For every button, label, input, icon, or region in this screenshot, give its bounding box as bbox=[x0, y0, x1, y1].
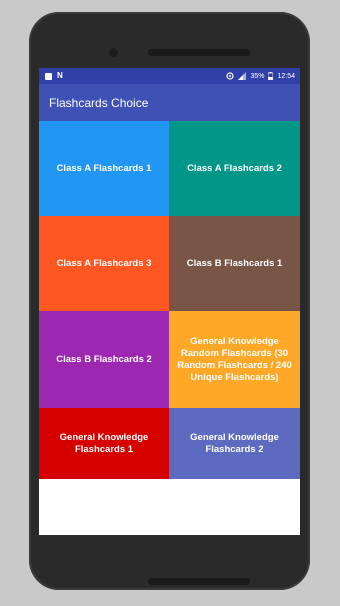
tile-class-a-flashcards-1[interactable]: Class A Flashcards 1 bbox=[39, 121, 169, 216]
status-bar: N 35% 12:54 bbox=[39, 68, 300, 84]
battery-icon bbox=[268, 72, 274, 80]
n-notification-icon: N bbox=[57, 71, 63, 80]
tile-class-a-flashcards-2[interactable]: Class A Flashcards 2 bbox=[169, 121, 300, 216]
tile-class-b-flashcards-2[interactable]: Class B Flashcards 2 bbox=[39, 311, 169, 408]
notification-square-icon bbox=[45, 72, 52, 80]
battery-percent: 35% bbox=[250, 72, 265, 80]
front-camera bbox=[109, 48, 118, 57]
earpiece-speaker bbox=[148, 49, 250, 56]
app-screen: N 35% 12:54 Flashcards Choice Class A Fl… bbox=[39, 68, 300, 535]
tile-general-knowledge-flashcards-1[interactable]: General Knowledge Flashcards 1 bbox=[39, 408, 169, 479]
page-title: Flashcards Choice bbox=[49, 95, 149, 110]
signal-icon bbox=[238, 72, 247, 80]
app-bar: Flashcards Choice bbox=[39, 84, 300, 121]
tile-class-b-flashcards-1[interactable]: Class B Flashcards 1 bbox=[169, 216, 300, 311]
tile-general-knowledge-random[interactable]: General Knowledge Random Flashcards (30 … bbox=[169, 311, 300, 408]
tile-general-knowledge-flashcards-2[interactable]: General Knowledge Flashcards 2 bbox=[169, 408, 300, 479]
clock: 12:54 bbox=[277, 72, 295, 80]
tile-class-a-flashcards-3[interactable]: Class A Flashcards 3 bbox=[39, 216, 169, 311]
bottom-speaker bbox=[148, 578, 250, 585]
flashcard-grid: Class A Flashcards 1 Class A Flashcards … bbox=[39, 121, 300, 479]
data-saver-icon bbox=[226, 72, 235, 80]
